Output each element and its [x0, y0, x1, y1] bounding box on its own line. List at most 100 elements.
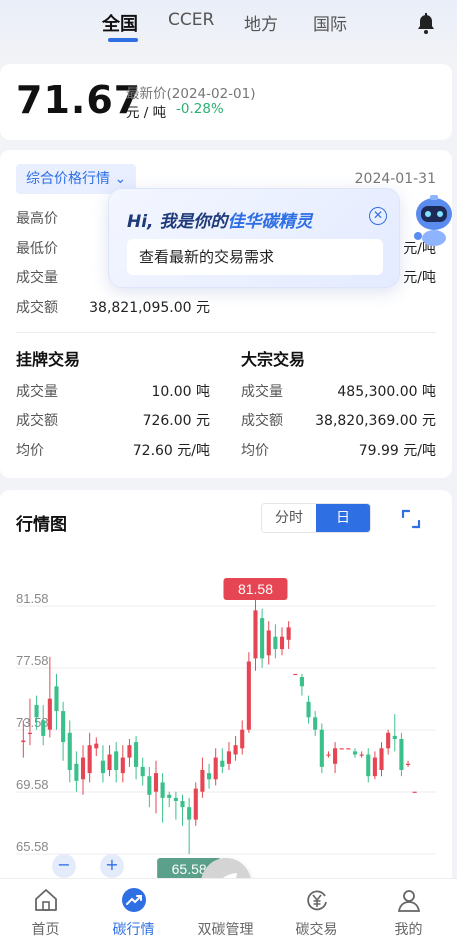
- y-tick-label: 65.58: [16, 839, 49, 854]
- max-price-label: 81.58: [238, 581, 273, 597]
- candlestick-chart[interactable]: 81.5877.5873.5869.5865.5881.5865.58: [0, 490, 452, 890]
- popup-title-highlight: 佳华碳精灵: [227, 212, 313, 232]
- robot-assistant-icon[interactable]: [412, 192, 456, 248]
- zoom-out-button[interactable]: −: [52, 854, 76, 878]
- zoom-in-button[interactable]: +: [100, 854, 124, 878]
- listing-label-avg: 均价: [16, 443, 44, 459]
- yen-cycle-icon: [307, 890, 327, 911]
- y-tick-label: 69.58: [16, 777, 49, 792]
- candle-body: [246, 661, 251, 730]
- summary-label-low: 最低价: [16, 241, 58, 257]
- candle-body: [346, 748, 351, 750]
- candle-body: [260, 618, 265, 659]
- candle-body: [286, 627, 291, 640]
- popup-title: Hi, 我是你的佳华碳精灵: [127, 207, 312, 232]
- listing-value-volume: 10.00 吨: [151, 384, 210, 400]
- candle-body: [153, 773, 159, 792]
- candle-body: [80, 757, 86, 780]
- assistant-suggestion[interactable]: 查看最新的交易需求: [127, 239, 383, 275]
- popup-title-prefix: Hi, 我是你的: [127, 212, 228, 232]
- bulk-label-volume: 成交量: [241, 384, 283, 400]
- candle-body: [94, 743, 99, 749]
- candle-body: [326, 754, 331, 756]
- candle-body: [54, 686, 59, 712]
- bulk-value-amount: 38,820,369.00 元: [315, 413, 436, 429]
- candle-body: [47, 698, 52, 730]
- summary-label-amount: 成交额: [16, 300, 58, 316]
- summary-label-volume: 成交量: [16, 270, 58, 286]
- candle-body: [273, 636, 278, 650]
- price-change: -0.28%: [176, 101, 224, 117]
- candle-body: [359, 754, 364, 756]
- nav-label-home: 首页: [31, 922, 60, 938]
- y-tick-label: 81.58: [16, 591, 49, 606]
- assistant-popup: Hi, 我是你的佳华碳精灵 ✕ 查看最新的交易需求: [108, 188, 400, 288]
- active-tab-underline: [108, 38, 138, 42]
- candle-body: [399, 738, 404, 770]
- nav-label-market: 碳行情: [112, 922, 155, 938]
- candle-body: [313, 717, 318, 730]
- candle-body: [61, 711, 66, 743]
- price-unit: 元 / 吨: [126, 105, 167, 121]
- candle-body: [107, 754, 112, 770]
- summary-date: 2024-01-31: [354, 171, 436, 187]
- candle-body: [412, 791, 417, 793]
- candle-body: [100, 760, 105, 774]
- candle-body: [266, 630, 271, 656]
- summary-value-volume: 元/吨: [403, 270, 436, 286]
- summary-value-amount: 38,821,095.00 元: [89, 300, 210, 316]
- candle-body: [27, 732, 33, 734]
- bulk-label-amount: 成交额: [241, 413, 283, 429]
- candle-body: [180, 800, 185, 808]
- candle-body: [34, 704, 39, 718]
- candle-body: [299, 676, 304, 687]
- summary-divider: [16, 332, 436, 333]
- candle-body: [352, 751, 358, 755]
- candle-body: [405, 763, 411, 765]
- tab-national[interactable]: 全国: [102, 10, 138, 36]
- candle-body: [74, 763, 79, 781]
- bulk-title: 大宗交易: [241, 350, 306, 369]
- candle-body: [386, 732, 391, 749]
- top-tab-bar: 全国 CCER 地方 国际: [0, 0, 457, 58]
- close-icon[interactable]: ✕: [369, 207, 387, 225]
- listing-label-amount: 成交额: [16, 413, 58, 429]
- candle-body: [21, 740, 26, 743]
- candle-body: [120, 757, 125, 774]
- nav-market[interactable]: 碳行情: [88, 879, 179, 944]
- y-tick-label: 77.58: [16, 653, 49, 668]
- candle-body: [392, 735, 397, 739]
- candle-body: [140, 766, 145, 777]
- nav-trade[interactable]: 碳交易: [271, 879, 362, 944]
- candle-body: [160, 782, 165, 798]
- candle-body: [339, 748, 344, 750]
- tab-international[interactable]: 国际: [313, 10, 347, 35]
- bulk-value-volume: 485,300.00 吨: [337, 384, 436, 400]
- nav-mine[interactable]: 我的: [363, 879, 454, 944]
- bell-icon[interactable]: [414, 12, 438, 36]
- candle-body: [206, 773, 212, 780]
- nav-home[interactable]: 首页: [0, 879, 91, 944]
- nav-label-dual-carbon: 双碳管理: [197, 922, 254, 938]
- user-icon: [397, 890, 421, 912]
- home-icon: [35, 889, 57, 911]
- candle-body: [333, 748, 338, 764]
- candle-body: [220, 760, 225, 767]
- listing-value-amount: 726.00 元: [142, 413, 210, 429]
- nav-dual-carbon[interactable]: 双碳管理: [180, 879, 271, 944]
- candle-body: [67, 732, 72, 770]
- listing-title: 挂牌交易: [16, 350, 81, 369]
- market-chart-card: 行情图 分时 日 81.58 77.58 73.58 69.58 65.58 81.58 6…: [0, 490, 452, 890]
- nav-label-mine: 我的: [394, 922, 423, 938]
- listing-value-avg: 72.60 元/吨: [132, 443, 210, 459]
- trend-icon: [122, 888, 146, 912]
- tab-ccer[interactable]: CCER: [168, 10, 214, 30]
- candle-body: [187, 807, 192, 820]
- bottom-nav: 首页 碳行情 双碳管理 碳交易 我的: [0, 878, 457, 944]
- tab-local[interactable]: 地方: [244, 10, 278, 35]
- nav-label-trade: 碳交易: [295, 922, 338, 938]
- candle-body: [213, 757, 218, 780]
- latest-price-card: 71.67 最新价(2024-02-01) 元 / 吨 -0.28%: [0, 64, 452, 140]
- candle-body: [306, 701, 311, 718]
- candle-body: [253, 610, 258, 659]
